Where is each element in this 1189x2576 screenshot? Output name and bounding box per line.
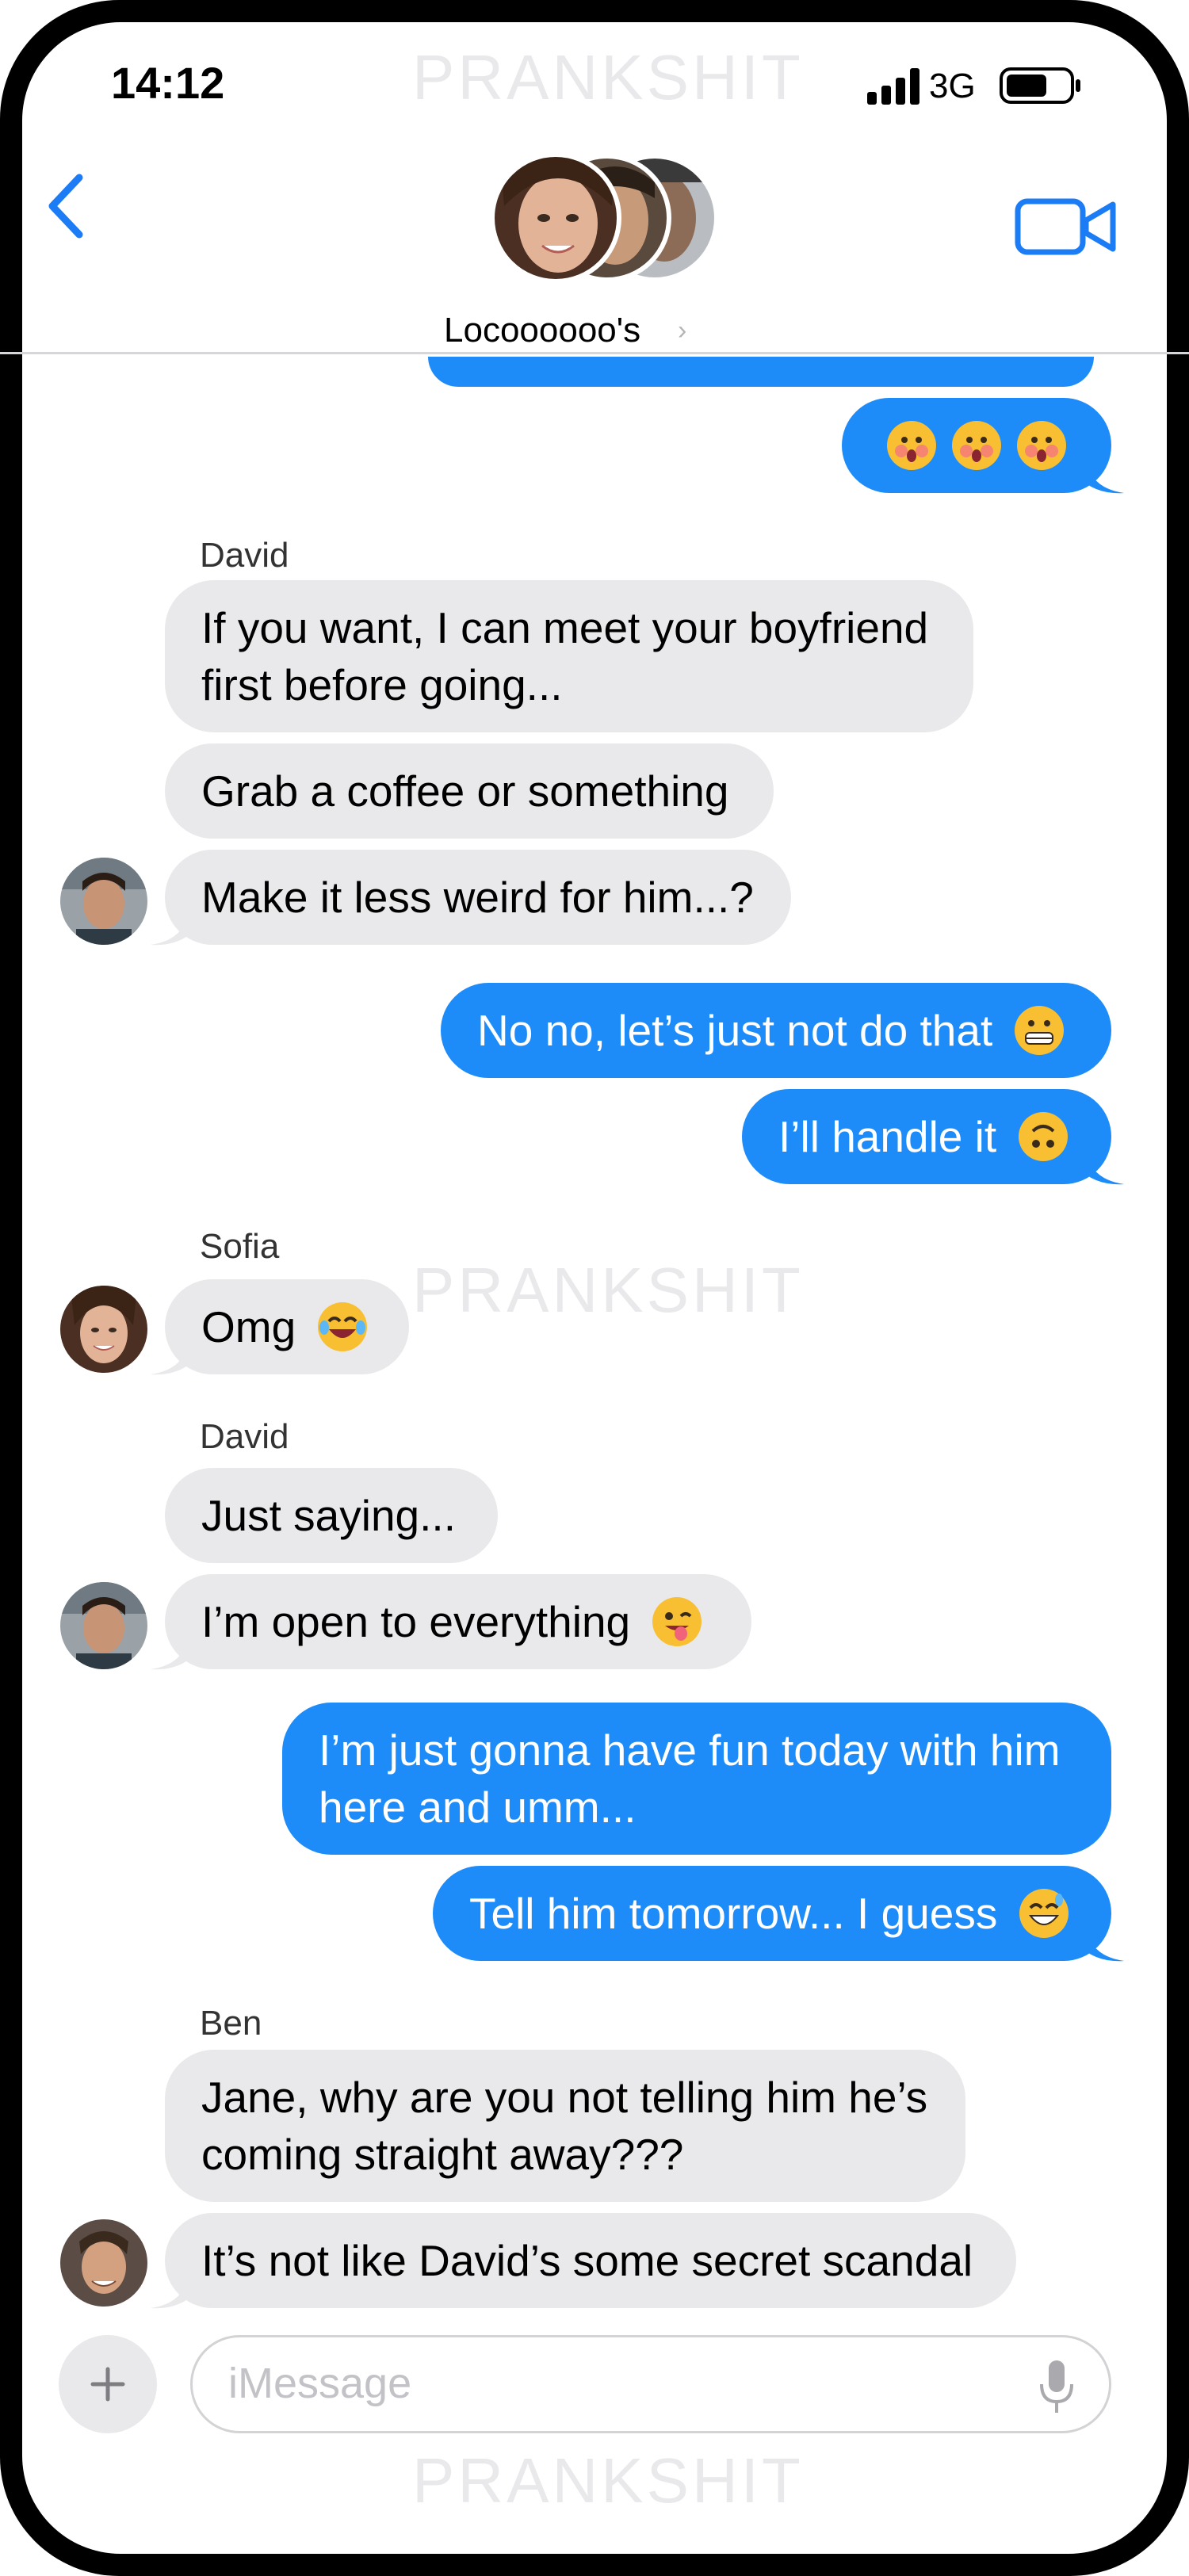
- message-input-placeholder: iMessage: [228, 2360, 412, 2407]
- sender-name: Sofia: [200, 1227, 280, 1266]
- bubble-tail: [151, 1341, 189, 1375]
- header-divider: [0, 352, 1189, 354]
- avatar-david[interactable]: [60, 858, 147, 945]
- message-bubble-in[interactable]: Grab a coffee or something: [165, 743, 774, 839]
- message-bubble-in[interactable]: Omg: [165, 1279, 409, 1374]
- watermark-top: PRANKSHIT: [412, 42, 804, 113]
- message-bubble-in[interactable]: It’s not like David’s some secret scanda…: [165, 2213, 1016, 2308]
- back-chevron-icon[interactable]: [40, 166, 95, 246]
- bubble-tail: [151, 2275, 189, 2309]
- group-name[interactable]: Locoooooo's: [444, 311, 640, 350]
- message-text: Make it less weird for him...?: [201, 873, 754, 922]
- microphone-icon[interactable]: [1037, 2359, 1076, 2416]
- chevron-right-icon: ›: [678, 315, 687, 346]
- message-text: It’s not like David’s some secret scanda…: [201, 2236, 973, 2285]
- grimacing-face-icon: [1015, 1006, 1065, 1055]
- message-text: If you want, I can meet your boyfriend f…: [201, 603, 929, 709]
- message-text: Omg: [201, 1302, 296, 1351]
- message-text: I’m just gonna have fun today with him h…: [319, 1726, 1061, 1832]
- message-text: No no, let’s just not do that: [477, 1006, 993, 1055]
- bubble-tail: [1086, 1151, 1124, 1185]
- blushing-face-icon: [887, 421, 936, 470]
- battery-icon: [1000, 67, 1080, 104]
- group-avatar-stack[interactable]: [488, 151, 718, 285]
- message-text: Grab a coffee or something: [201, 766, 729, 816]
- status-time: 14:12: [111, 58, 225, 108]
- watermark-bottom: PRANKSHIT: [412, 2445, 804, 2516]
- message-bubble-in[interactable]: Make it less weird for him...?: [165, 850, 791, 945]
- avatar-sofia[interactable]: [60, 1286, 147, 1373]
- network-type: 3G: [929, 67, 976, 105]
- avatar-david[interactable]: [60, 1582, 147, 1669]
- watermark-middle: PRANKSHIT: [412, 1255, 804, 1325]
- message-text: Jane, why are you not telling him he’s c…: [201, 2073, 928, 2179]
- tears-of-joy-icon: [318, 1302, 368, 1351]
- message-bubble-in[interactable]: I’m open to everything: [165, 1574, 751, 1669]
- grinning-sweat-face-icon: [1019, 1889, 1069, 1938]
- avatar-ben[interactable]: [60, 2219, 147, 2307]
- message-bubble-out[interactable]: No no, let’s just not do that: [441, 983, 1111, 1078]
- bubble-tail: [1086, 1928, 1124, 1962]
- sender-name: David: [200, 536, 289, 575]
- bubble-tail: [151, 912, 189, 946]
- bubble-tail: [1086, 460, 1124, 494]
- signal-icon: [867, 68, 919, 105]
- video-call-icon[interactable]: [1015, 195, 1118, 258]
- message-bubble-out[interactable]: Tell him tomorrow... I guess: [433, 1866, 1111, 1961]
- message-bubble-out[interactable]: I’ll handle it: [742, 1089, 1111, 1184]
- plus-icon: [90, 2367, 125, 2402]
- sender-name: David: [200, 1417, 289, 1456]
- message-text: I’ll handle it: [778, 1112, 997, 1161]
- blushing-face-icon: [1017, 421, 1066, 470]
- blushing-face-icon: [952, 421, 1001, 470]
- message-bubble-partial: [428, 357, 1094, 387]
- bubble-tail: [151, 1636, 189, 1670]
- message-bubble-out[interactable]: I’m just gonna have fun today with him h…: [282, 1703, 1111, 1855]
- message-bubble-in[interactable]: Jane, why are you not telling him he’s c…: [165, 2050, 965, 2202]
- message-bubble-in[interactable]: If you want, I can meet your boyfriend f…: [165, 580, 973, 732]
- message-text: Tell him tomorrow... I guess: [469, 1889, 998, 1938]
- winking-tongue-face-icon: [652, 1597, 702, 1646]
- message-text: I’m open to everything: [201, 1597, 631, 1646]
- sender-name: Ben: [200, 2004, 262, 2043]
- add-attachment-button[interactable]: [59, 2335, 157, 2433]
- message-bubble-out[interactable]: [842, 398, 1111, 493]
- upside-down-face-icon: [1019, 1112, 1069, 1161]
- message-bubble-in[interactable]: Just saying...: [165, 1468, 498, 1563]
- message-text: Just saying...: [201, 1491, 456, 1540]
